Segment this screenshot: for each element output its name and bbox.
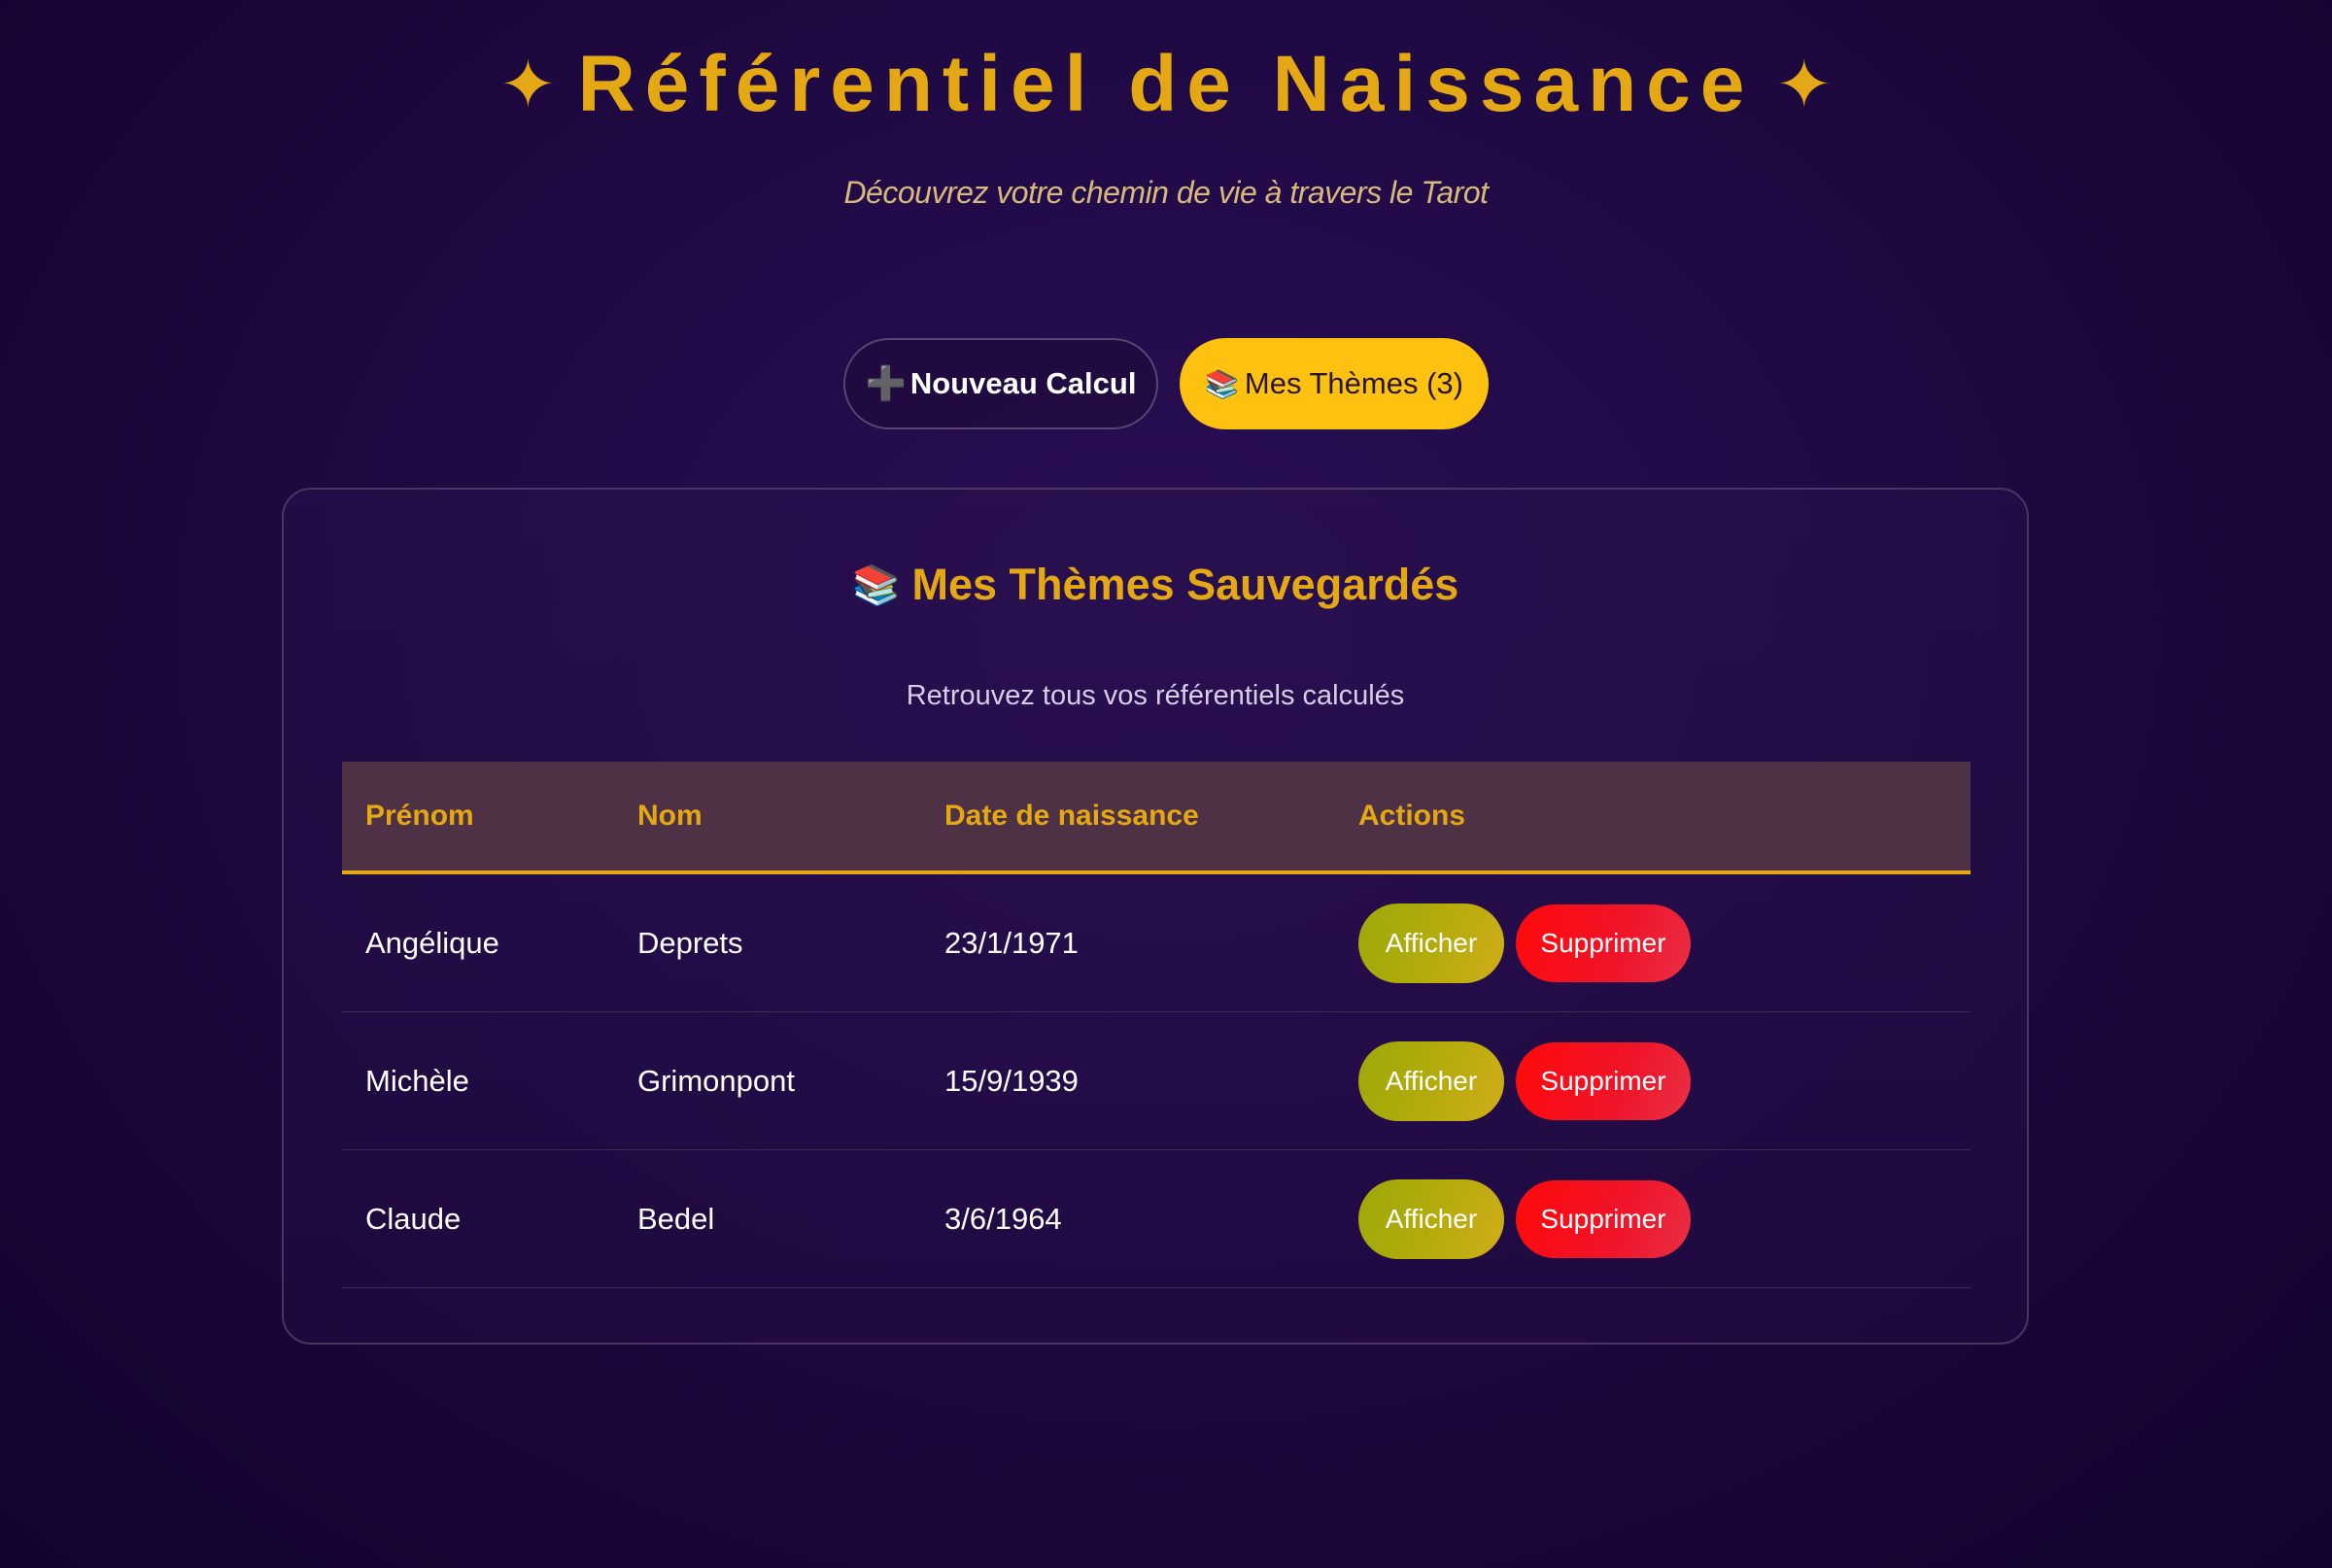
page-title: ✦ Référentiel de Naissance ✦ — [0, 39, 2332, 130]
column-header-nom: Nom — [637, 800, 703, 832]
my-themes-tab[interactable]: 📚 Mes Thèmes (3) — [1180, 338, 1489, 429]
new-calculation-button[interactable]: ➕ Nouveau Calcul — [843, 338, 1158, 429]
saved-themes-panel: 📚 Mes Thèmes Sauvegardés Retrouvez tous … — [282, 488, 2029, 1345]
cell-nom: Bedel — [637, 1201, 715, 1236]
cell-date: 15/9/1939 — [944, 1063, 1079, 1098]
page-title-text: Référentiel de Naissance — [577, 40, 1755, 128]
panel-title: 📚 Mes Thèmes Sauvegardés — [284, 560, 2027, 610]
delete-button[interactable]: Supprimer — [1516, 903, 1691, 982]
column-header-date: Date de naissance — [944, 800, 1199, 832]
column-header-actions: Actions — [1358, 800, 1466, 832]
books-icon: 📚 — [851, 563, 901, 607]
panel-subtitle: Retrouvez tous vos référentiels calculés — [906, 680, 1405, 711]
my-themes-label: Mes Thèmes (3) — [1244, 366, 1463, 400]
view-button[interactable]: Afficher — [1358, 1178, 1504, 1259]
books-icon: 📚 — [1205, 368, 1239, 399]
table-row: Claude Bedel 3/6/1964 Afficher Supprimer — [342, 1150, 1971, 1288]
panel-title-text: Mes Thèmes Sauvegardés — [911, 560, 1459, 609]
plus-icon: ➕ — [865, 365, 907, 402]
cell-prenom: Michèle — [365, 1063, 469, 1098]
cell-prenom: Angélique — [365, 925, 499, 960]
new-calculation-label: Nouveau Calcul — [909, 366, 1137, 400]
delete-button[interactable]: Supprimer — [1516, 1179, 1691, 1258]
cell-prenom: Claude — [365, 1201, 462, 1236]
cell-nom: Grimonpont — [637, 1063, 795, 1098]
cell-actions: Afficher Supprimer — [1339, 1178, 1971, 1259]
table-row: Michèle Grimonpont 15/9/1939 Afficher Su… — [342, 1012, 1971, 1150]
table-row: Angélique Deprets 23/1/1971 Afficher Sup… — [342, 874, 1971, 1012]
cell-actions: Afficher Supprimer — [1339, 903, 1971, 983]
sparkle-icon: ✦ — [1775, 47, 1834, 122]
view-button[interactable]: Afficher — [1358, 1040, 1504, 1121]
cell-date: 23/1/1971 — [944, 925, 1079, 960]
cell-date: 3/6/1964 — [944, 1201, 1062, 1236]
column-header-prenom: Prénom — [365, 800, 474, 832]
sparkle-icon: ✦ — [498, 47, 557, 122]
cell-nom: Deprets — [637, 925, 743, 960]
table-header: Prénom Nom Date de naissance Actions — [342, 762, 1971, 874]
saved-themes-table: Prénom Nom Date de naissance Actions Ang… — [342, 762, 1971, 1288]
view-button[interactable]: Afficher — [1358, 903, 1504, 983]
delete-button[interactable]: Supprimer — [1516, 1041, 1691, 1120]
cell-actions: Afficher Supprimer — [1339, 1040, 1971, 1121]
view-tabs: ➕ Nouveau Calcul 📚 Mes Thèmes (3) — [0, 338, 2332, 429]
page-subtitle: Découvrez votre chemin de vie à travers … — [843, 175, 1489, 210]
